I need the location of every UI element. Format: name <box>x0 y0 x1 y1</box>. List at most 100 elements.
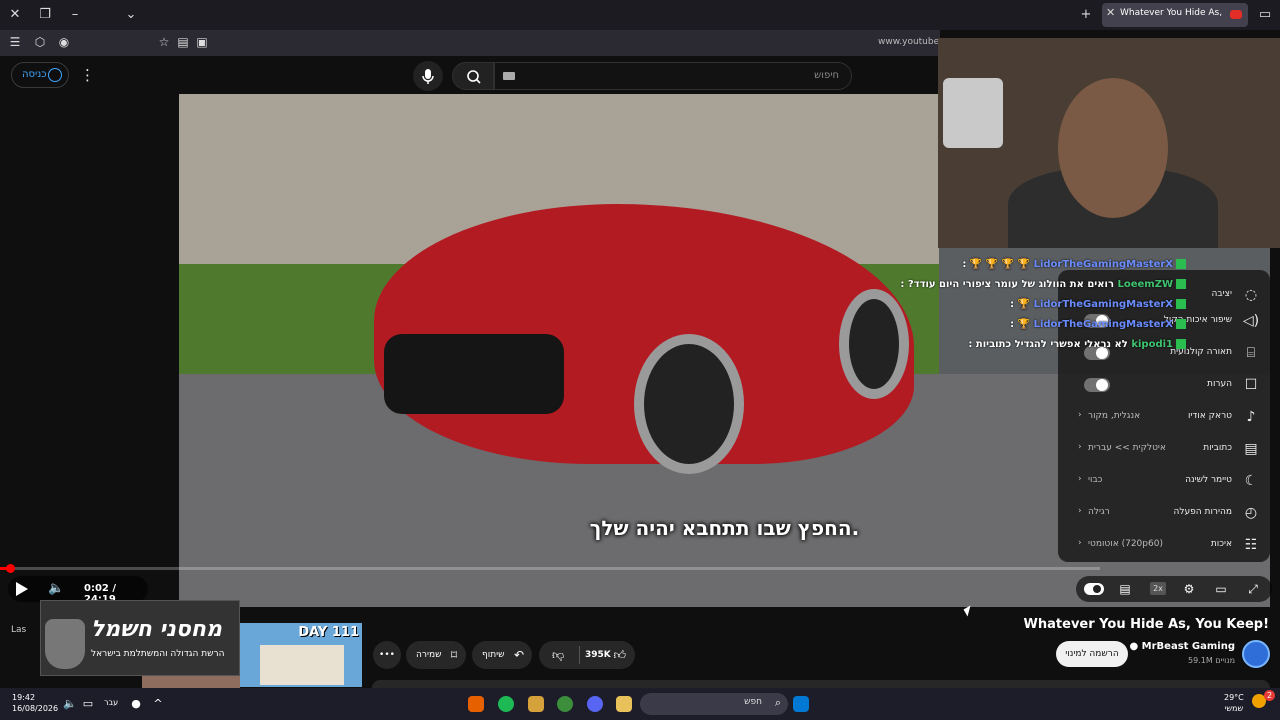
extensions-icon[interactable]: ⬡ <box>33 35 47 49</box>
progress-scrubber[interactable] <box>6 564 15 573</box>
tab-close-icon[interactable]: ✕ <box>1106 6 1115 19</box>
ad-logo-icon <box>45 619 85 669</box>
file-explorer-icon[interactable] <box>616 696 632 712</box>
audio-enhance-icon: ◁) <box>1242 313 1260 329</box>
video-title: Whatever You Hide As, You Keep! <box>1023 617 1269 632</box>
play-icon[interactable] <box>16 582 28 596</box>
url-bar[interactable]: www.youtube.c <box>878 37 947 47</box>
app-icon[interactable] <box>528 696 544 712</box>
menu-icon[interactable]: ☰ <box>8 35 22 49</box>
progress-bar[interactable] <box>0 567 1100 570</box>
ad-subtitle: הרשת הגדולה והמשתלמת בישראל <box>91 649 225 659</box>
channel-avatar[interactable] <box>1242 640 1270 668</box>
bookmark-star-icon[interactable]: ☆ <box>157 35 171 49</box>
share-button[interactable]: שיתוף ↶ <box>472 641 532 669</box>
chat-badge-icon <box>1176 259 1186 269</box>
settings-row-value: איטלקית >> עברית <box>1088 443 1166 453</box>
youtube-favicon-icon <box>1230 10 1242 19</box>
bookmark-icon: ⌑ <box>450 648 457 662</box>
theater-mode-icon[interactable]: ▭ <box>1213 581 1229 597</box>
channel-name-text: MrBeast Gaming <box>1141 641 1235 652</box>
chat-badge-icon <box>1176 279 1186 289</box>
spotify-icon[interactable] <box>498 696 514 712</box>
related-video-strip[interactable] <box>142 676 240 688</box>
fullscreen-icon[interactable]: ⤢ <box>1245 581 1261 597</box>
chrome-icon[interactable] <box>557 696 573 712</box>
firefox-icon[interactable] <box>468 696 484 712</box>
mouse-cursor-icon <box>963 605 975 617</box>
chat-text: לא נראלי אפשרי להגדיל כתוביות : <box>968 339 1128 350</box>
verified-icon: ● <box>1129 641 1142 652</box>
minimize-window-icon[interactable]: – <box>66 6 84 24</box>
taskbar-search-placeholder: חפש <box>744 697 762 707</box>
tab-tray-icon[interactable]: ▭ <box>1256 6 1274 24</box>
sleep-timer-icon: ☾ <box>1244 473 1258 489</box>
settings-gear-icon[interactable]: ⚙ <box>1181 581 1197 597</box>
more-options-icon[interactable]: ⋮ <box>80 66 95 84</box>
windows-taskbar: 19:42 16/08/2026 🔈 ▭ עבר ● ^ חפש ⌕ 29°C … <box>0 688 1280 720</box>
search-input[interactable]: חיפוש <box>494 62 852 90</box>
volume-icon[interactable]: 🔈 <box>48 581 64 596</box>
related-video-thumbnail[interactable]: DAY 111 <box>240 623 362 687</box>
tab-youtube[interactable]: ✕ Whatever You Hide As, You Keep! <box>1102 3 1248 27</box>
settings-row-sleep-timer[interactable]: › כבוי טיימר לשינה ☾ <box>1058 466 1270 498</box>
settings-row-annotations[interactable]: הערות ☐ <box>1058 370 1270 402</box>
captions-icon[interactable]: ▤ <box>1117 581 1133 597</box>
chat-badge-icon <box>1176 319 1186 329</box>
weather-widget[interactable]: 29°C שמשי <box>1224 692 1244 714</box>
search-icon: ⌕ <box>774 696 781 709</box>
like-count[interactable]: 395K <box>585 641 611 669</box>
annotations-toggle[interactable] <box>1084 378 1110 392</box>
settings-row-label: טיימר לשינה <box>1185 475 1232 485</box>
discord-icon[interactable] <box>587 696 603 712</box>
search-placeholder: חיפוש <box>814 70 839 81</box>
network-icon[interactable]: ▭ <box>80 696 96 712</box>
restore-window-icon[interactable]: ❐ <box>36 6 54 24</box>
notification-badge[interactable]: 2 <box>1264 690 1275 701</box>
speed-badge[interactable]: 2x <box>1150 582 1166 595</box>
settings-row-quality[interactable]: › אוטומטי (720p60) איכות ☷ <box>1058 530 1270 562</box>
browser-nav-bar: ☰ ⬡ ◉ ☆ ▤ ▣ www.youtube.c <box>0 30 947 56</box>
player-controls-right: ▤ 2x ⚙ ▭ ⤢ <box>1076 576 1272 602</box>
tray-expand-icon[interactable]: ^ <box>150 696 166 712</box>
new-tab-icon[interactable]: + <box>1077 6 1095 24</box>
subscribe-button[interactable]: הרשמה למינוי <box>1056 641 1128 667</box>
settings-row-audio-track[interactable]: › אנגלית, מקור טראק אודיו ♪ <box>1058 402 1270 434</box>
taskbar-search[interactable]: חפש ⌕ <box>640 693 788 715</box>
more-actions-button[interactable]: ••• <box>373 641 401 669</box>
chat-text: 🏆 : <box>1010 299 1031 310</box>
screenshot-icon[interactable]: ▣ <box>195 35 209 49</box>
keyboard-icon[interactable] <box>503 72 515 80</box>
settings-row-subtitles[interactable]: › איטלקית >> עברית כתוביות ▤ <box>1058 434 1270 466</box>
language-indicator[interactable]: עבר <box>104 698 118 707</box>
settings-row-label: כתוביות <box>1203 443 1232 453</box>
chat-text: 🏆 🏆 🏆 🏆 : <box>962 259 1031 270</box>
chat-message: LidorTheGamingMasterX 🏆 🏆 🏆 🏆 : <box>962 259 1186 270</box>
save-button[interactable]: שמירה ⌑ <box>406 641 466 669</box>
like-icon[interactable]: 👍︎ <box>613 641 626 669</box>
settings-row-label: איכות <box>1210 539 1232 549</box>
speaker-icon[interactable]: 🔈 <box>62 696 78 712</box>
thumbnail-label: DAY 111 <box>298 625 359 640</box>
chat-username: LidorTheGamingMasterX <box>1033 299 1173 310</box>
search-button[interactable] <box>452 62 494 90</box>
settings-row-playback-speed[interactable]: › רגילה מהירות הפעלה ◴ <box>1058 498 1270 530</box>
tab-list-chevron-icon[interactable]: ⌄ <box>122 6 140 24</box>
reader-view-icon[interactable]: ▤ <box>176 35 190 49</box>
close-window-icon[interactable]: ✕ <box>6 6 24 24</box>
playback-speed-icon: ◴ <box>1244 505 1258 521</box>
dislike-icon[interactable]: 👎︎ <box>552 641 564 669</box>
channel-name[interactable]: ● MrBeast Gaming <box>1129 641 1235 652</box>
user-avatar-icon <box>48 68 62 82</box>
sign-in-button[interactable]: כניסה <box>11 62 69 88</box>
settings-row-value: רגילה <box>1088 507 1110 517</box>
account-icon[interactable]: ◉ <box>57 35 71 49</box>
clock-time: 19:42 <box>12 693 36 702</box>
voice-search-button[interactable] <box>413 61 443 91</box>
microphone-tray-icon[interactable]: ● <box>128 696 144 712</box>
weather-temperature: 29°C <box>1224 693 1244 702</box>
chat-message: LidorTheGamingMasterX 🏆 : <box>1010 319 1186 330</box>
windows-start-icon[interactable] <box>793 696 809 712</box>
autoplay-toggle[interactable] <box>1084 583 1104 595</box>
clock[interactable]: 19:42 16/08/2026 <box>12 692 58 714</box>
